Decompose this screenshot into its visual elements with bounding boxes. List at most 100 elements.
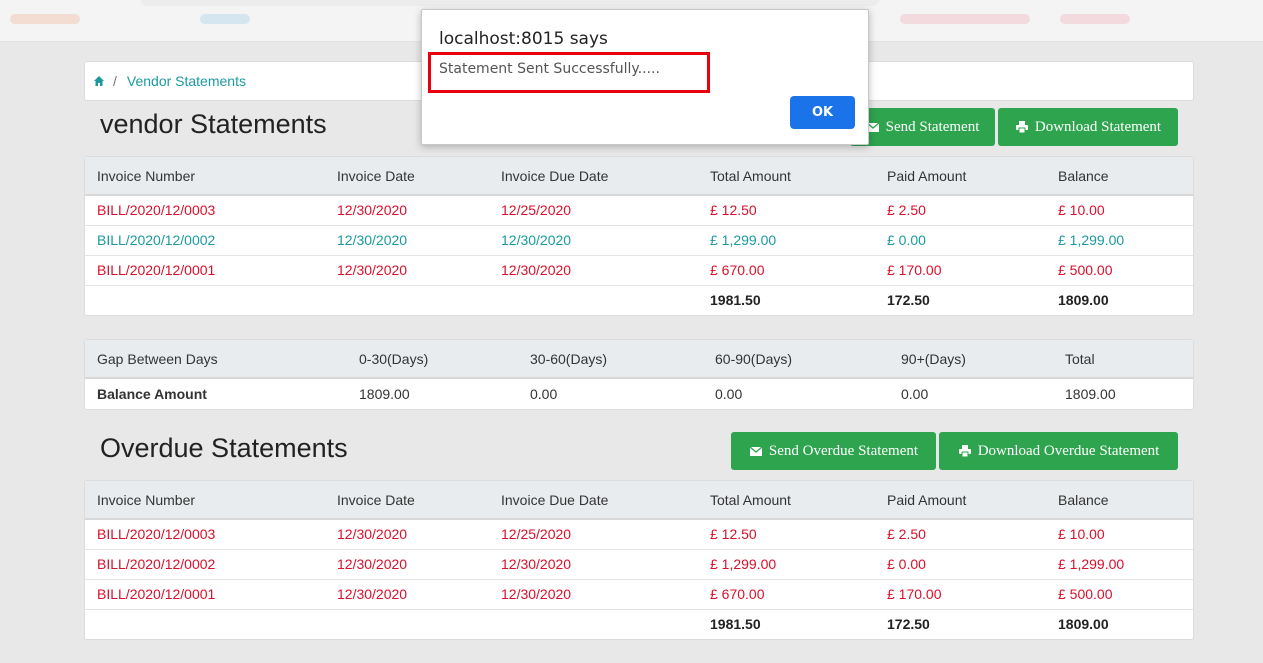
home-icon[interactable]: [93, 75, 105, 87]
invoice-number-cell[interactable]: BILL/2020/12/0003: [85, 194, 325, 225]
balance-sum: 1809.00: [1046, 284, 1193, 315]
table-header-row: Invoice Number Invoice Date Invoice Due …: [85, 157, 1193, 196]
table-cell: £ 1,299.00: [698, 224, 875, 255]
breadcrumb-current[interactable]: Vendor Statements: [127, 73, 246, 89]
table-cell: £ 10.00: [1046, 518, 1193, 549]
column-header[interactable]: Invoice Number: [85, 157, 325, 196]
table-cell: 12/30/2020: [489, 224, 698, 255]
table-cell: £ 12.50: [698, 518, 875, 549]
paid-amount-sum: 172.50: [875, 284, 1046, 315]
download-statement-label: Download Statement: [1034, 118, 1162, 135]
totals-row: 1981.50 172.50 1809.00: [85, 608, 1193, 639]
printer-icon: [958, 445, 971, 458]
column-header[interactable]: Invoice Number: [85, 481, 325, 520]
table-cell: 12/30/2020: [489, 548, 698, 579]
table-cell: 1809.00: [359, 386, 410, 402]
table-cell: £ 670.00: [698, 578, 875, 609]
invoice-number-cell[interactable]: BILL/2020/12/0002: [85, 548, 325, 579]
vendor-statements-panel: Invoice Number Invoice Date Invoice Due …: [84, 156, 1194, 316]
column-header: 90+(Days): [889, 340, 1053, 379]
invoice-number-cell[interactable]: BILL/2020/12/0003: [85, 518, 325, 549]
table-cell: 12/30/2020: [325, 224, 489, 255]
column-header[interactable]: Invoice Due Date: [489, 157, 698, 196]
column-header[interactable]: Paid Amount: [875, 157, 1046, 196]
table-cell: £ 670.00: [698, 254, 875, 285]
download-overdue-statement-label: Download Overdue Statement: [977, 442, 1160, 459]
table-cell: £ 500.00: [1046, 254, 1193, 285]
envelope-icon: [749, 446, 763, 456]
column-header[interactable]: Total Amount: [698, 481, 875, 520]
column-header[interactable]: Invoice Due Date: [489, 481, 698, 520]
download-statement-button[interactable]: Download Statement: [998, 108, 1178, 146]
invoice-number-cell[interactable]: BILL/2020/12/0001: [85, 578, 325, 609]
table-cell: £ 1,299.00: [1046, 224, 1193, 255]
url-bar[interactable]: [140, 0, 880, 6]
blurred-tab: [200, 14, 250, 24]
send-overdue-statement-button[interactable]: Send Overdue Statement: [731, 432, 936, 470]
table-row: BILL/2020/12/0003 12/30/2020 12/25/2020 …: [85, 194, 1193, 225]
table-cell: £ 170.00: [875, 578, 1046, 609]
send-statement-button[interactable]: Send Statement: [850, 108, 995, 146]
total-amount-sum: 1981.50: [698, 608, 875, 639]
column-header: 60-90(Days): [703, 340, 889, 379]
table-cell: £ 0.00: [875, 548, 1046, 579]
table-cell: 12/30/2020: [325, 578, 489, 609]
table-cell: 12/25/2020: [489, 518, 698, 549]
column-header[interactable]: Invoice Date: [325, 157, 489, 196]
dialog-message: Statement Sent Successfully.....: [439, 61, 660, 77]
balance-sum: 1809.00: [1046, 608, 1193, 639]
table-cell: £ 500.00: [1046, 578, 1193, 609]
table-row: BILL/2020/12/0001 12/30/2020 12/30/2020 …: [85, 578, 1193, 609]
table-cell: 12/30/2020: [325, 254, 489, 285]
table-cell: 12/30/2020: [489, 578, 698, 609]
table-cell: 0.00: [715, 386, 743, 402]
column-header[interactable]: Paid Amount: [875, 481, 1046, 520]
printer-icon: [1015, 121, 1028, 134]
table-cell: 12/25/2020: [489, 194, 698, 225]
blurred-tab: [1060, 14, 1130, 24]
table-cell: £ 1,299.00: [1046, 548, 1193, 579]
table-header-row: Invoice Number Invoice Date Invoice Due …: [85, 481, 1193, 520]
ok-button[interactable]: OK: [790, 96, 855, 129]
overdue-statements-table: Invoice Number Invoice Date Invoice Due …: [85, 481, 1193, 639]
vendor-statements-table: Invoice Number Invoice Date Invoice Due …: [85, 157, 1193, 315]
table-cell: £ 170.00: [875, 254, 1046, 285]
table-row: Balance Amount 1809.00 0.00 0.00 0.00 18…: [85, 378, 1193, 409]
aging-table: Gap Between Days 0-30(Days) 30-60(Days) …: [85, 340, 1193, 409]
table-cell: £ 12.50: [698, 194, 875, 225]
table-cell: 0.00: [901, 386, 929, 402]
column-header[interactable]: Balance: [1046, 481, 1193, 520]
table-header-row: Gap Between Days 0-30(Days) 30-60(Days) …: [85, 340, 1193, 379]
send-overdue-statement-label: Send Overdue Statement: [768, 442, 919, 459]
table-cell: 12/30/2020: [325, 194, 489, 225]
breadcrumb-separator: /: [113, 73, 117, 89]
column-header[interactable]: Balance: [1046, 157, 1193, 196]
column-header: 30-60(Days): [518, 340, 703, 379]
total-amount-sum: 1981.50: [698, 284, 875, 315]
table-cell: £ 0.00: [875, 224, 1046, 255]
aging-panel: Gap Between Days 0-30(Days) 30-60(Days) …: [84, 339, 1194, 410]
overdue-statements-panel: Invoice Number Invoice Date Invoice Due …: [84, 480, 1194, 640]
table-cell: 12/30/2020: [325, 518, 489, 549]
table-cell: £ 2.50: [875, 518, 1046, 549]
column-header[interactable]: Total Amount: [698, 157, 875, 196]
totals-row: 1981.50 172.50 1809.00: [85, 284, 1193, 315]
download-overdue-statement-button[interactable]: Download Overdue Statement: [939, 432, 1178, 470]
column-header: Gap Between Days: [85, 340, 347, 379]
blurred-tab: [900, 14, 1030, 24]
column-header: Total: [1053, 340, 1193, 379]
table-row: BILL/2020/12/0002 12/30/2020 12/30/2020 …: [85, 548, 1193, 579]
table-row: BILL/2020/12/0001 12/30/2020 12/30/2020 …: [85, 254, 1193, 285]
table-cell: £ 2.50: [875, 194, 1046, 225]
column-header[interactable]: Invoice Date: [325, 481, 489, 520]
table-cell: 12/30/2020: [325, 548, 489, 579]
send-statement-label: Send Statement: [885, 118, 980, 135]
alert-dialog: localhost:8015 says Statement Sent Succe…: [421, 9, 869, 145]
invoice-number-cell[interactable]: BILL/2020/12/0001: [85, 254, 325, 285]
overdue-statements-title: Overdue Statements: [100, 433, 348, 463]
table-cell: 0.00: [530, 386, 558, 402]
table-cell: £ 10.00: [1046, 194, 1193, 225]
vendor-statements-title: vendor Statements: [100, 109, 327, 139]
invoice-number-cell[interactable]: BILL/2020/12/0002: [85, 224, 325, 255]
table-cell: 12/30/2020: [489, 254, 698, 285]
